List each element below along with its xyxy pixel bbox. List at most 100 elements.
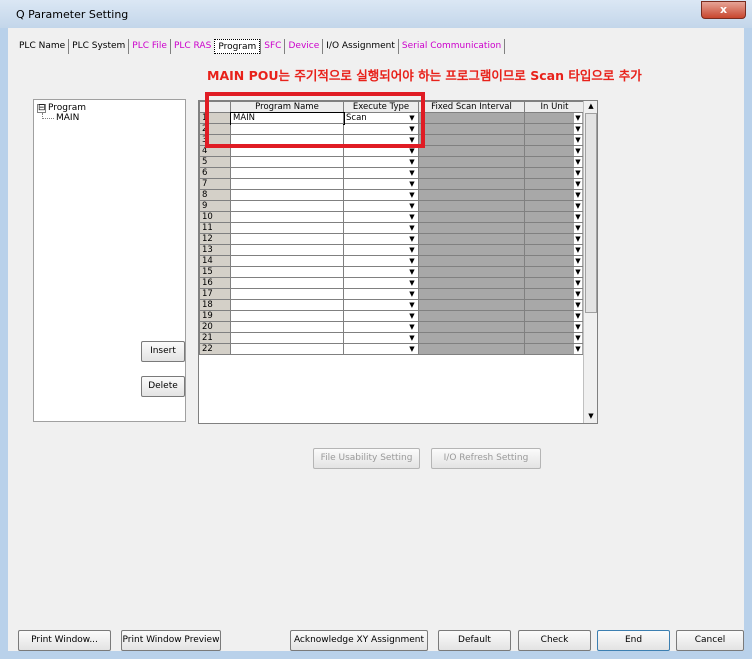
in-unit-select[interactable]: ▼	[524, 233, 585, 245]
table-row[interactable]: 6 ▼ ▼	[199, 167, 585, 179]
in-unit-select[interactable]: ▼	[524, 299, 585, 311]
chevron-down-icon[interactable]: ▼	[408, 268, 416, 277]
program-name-cell[interactable]	[230, 255, 344, 267]
tab-i-o-assignment[interactable]: I/O Assignment	[322, 38, 398, 54]
chevron-down-icon[interactable]: ▼	[574, 146, 582, 156]
tab-sfc[interactable]: SFC	[260, 38, 284, 54]
tab-program[interactable]: Program	[214, 38, 261, 54]
execute-type-select[interactable]: ▼	[343, 189, 419, 201]
tab-device[interactable]: Device	[284, 38, 322, 54]
chevron-down-icon[interactable]: ▼	[408, 191, 416, 200]
program-tree[interactable]: ⊟ Program MAIN	[33, 99, 186, 422]
collapse-icon[interactable]: ⊟	[37, 103, 46, 113]
chevron-down-icon[interactable]: ▼	[574, 289, 582, 299]
program-name-cell[interactable]	[230, 178, 344, 190]
table-row[interactable]: 21 ▼ ▼	[199, 332, 585, 344]
execute-type-select[interactable]: ▼	[343, 244, 419, 256]
in-unit-select[interactable]: ▼	[524, 255, 585, 267]
table-row[interactable]: 13 ▼ ▼	[199, 244, 585, 256]
tab-plc-system[interactable]: PLC System	[68, 38, 128, 54]
in-unit-select[interactable]: ▼	[524, 332, 585, 344]
chevron-down-icon[interactable]: ▼	[408, 235, 416, 244]
in-unit-select[interactable]: ▼	[524, 310, 585, 322]
in-unit-select[interactable]: ▼	[524, 222, 585, 234]
in-unit-select[interactable]: ▼	[524, 145, 585, 157]
table-row[interactable]: 8 ▼ ▼	[199, 189, 585, 201]
chevron-down-icon[interactable]: ▼	[574, 168, 582, 178]
chevron-down-icon[interactable]: ▼	[408, 158, 416, 167]
execute-type-select[interactable]: ▼	[343, 343, 419, 355]
chevron-down-icon[interactable]: ▼	[574, 344, 582, 354]
chevron-down-icon[interactable]: ▼	[408, 257, 416, 266]
execute-type-select[interactable]: ▼	[343, 178, 419, 190]
chevron-down-icon[interactable]: ▼	[574, 157, 582, 167]
in-unit-select[interactable]: ▼	[524, 167, 585, 179]
chevron-down-icon[interactable]: ▼	[574, 311, 582, 321]
in-unit-select[interactable]: ▼	[524, 178, 585, 190]
in-unit-select[interactable]: ▼	[524, 343, 585, 355]
tab-serial-communication[interactable]: Serial Communication	[397, 38, 504, 54]
in-unit-select[interactable]: ▼	[524, 211, 585, 223]
chevron-down-icon[interactable]: ▼	[574, 223, 582, 233]
tab-plc-name[interactable]: PLC Name	[16, 39, 68, 54]
io-refresh-setting-button[interactable]: I/O Refresh Setting	[431, 448, 541, 469]
execute-type-select[interactable]: ▼	[343, 266, 419, 278]
execute-type-select[interactable]: ▼	[343, 156, 419, 168]
chevron-down-icon[interactable]: ▼	[574, 256, 582, 266]
program-name-cell[interactable]	[230, 321, 344, 333]
program-name-cell[interactable]	[230, 244, 344, 256]
chevron-down-icon[interactable]: ▼	[574, 113, 582, 123]
in-unit-select[interactable]: ▼	[524, 266, 585, 278]
program-name-cell[interactable]	[230, 277, 344, 289]
tab-plc-file[interactable]: PLC File	[128, 38, 170, 54]
execute-type-select[interactable]: ▼	[343, 167, 419, 179]
chevron-down-icon[interactable]: ▼	[574, 190, 582, 200]
chevron-down-icon[interactable]: ▼	[408, 312, 416, 321]
execute-type-select[interactable]: ▼	[343, 233, 419, 245]
execute-type-select[interactable]: ▼	[343, 310, 419, 322]
print-window-button[interactable]: Print Window...	[18, 630, 111, 651]
chevron-down-icon[interactable]: ▼	[574, 212, 582, 222]
chevron-down-icon[interactable]: ▼	[574, 245, 582, 255]
chevron-down-icon[interactable]: ▼	[408, 290, 416, 299]
table-row[interactable]: 5 ▼ ▼	[199, 156, 585, 168]
delete-button[interactable]: Delete	[141, 376, 185, 397]
chevron-down-icon[interactable]: ▼	[408, 213, 416, 222]
chevron-down-icon[interactable]: ▼	[574, 322, 582, 332]
program-name-cell[interactable]	[230, 310, 344, 322]
in-unit-select[interactable]: ▼	[524, 288, 585, 300]
scroll-thumb[interactable]	[585, 113, 597, 313]
chevron-down-icon[interactable]: ▼	[408, 334, 416, 343]
program-name-cell[interactable]	[230, 200, 344, 212]
execute-type-select[interactable]: ▼	[343, 200, 419, 212]
cancel-button[interactable]: Cancel	[676, 630, 744, 651]
table-row[interactable]: 12 ▼ ▼	[199, 233, 585, 245]
in-unit-select[interactable]: ▼	[524, 134, 585, 146]
chevron-down-icon[interactable]: ▼	[408, 301, 416, 310]
program-name-cell[interactable]	[230, 266, 344, 278]
chevron-down-icon[interactable]: ▼	[574, 179, 582, 189]
table-row[interactable]: 19 ▼ ▼	[199, 310, 585, 322]
tree-node-main[interactable]: MAIN	[56, 113, 79, 123]
in-unit-select[interactable]: ▼	[524, 156, 585, 168]
chevron-down-icon[interactable]: ▼	[408, 202, 416, 211]
table-row[interactable]: 15 ▼ ▼	[199, 266, 585, 278]
chevron-down-icon[interactable]: ▼	[408, 224, 416, 233]
chevron-down-icon[interactable]: ▼	[408, 279, 416, 288]
acknowledge-xy-assignment-button[interactable]: Acknowledge XY Assignment	[290, 630, 428, 651]
check-button[interactable]: Check	[518, 630, 591, 651]
file-usability-setting-button[interactable]: File Usability Setting	[313, 448, 420, 469]
chevron-down-icon[interactable]: ▼	[574, 135, 582, 145]
scroll-up-icon[interactable]: ▲	[584, 101, 597, 112]
chevron-down-icon[interactable]: ▼	[408, 169, 416, 178]
table-row[interactable]: 11 ▼ ▼	[199, 222, 585, 234]
in-unit-select[interactable]: ▼	[524, 277, 585, 289]
chevron-down-icon[interactable]: ▼	[408, 323, 416, 332]
execute-type-select[interactable]: ▼	[343, 277, 419, 289]
program-grid[interactable]: Program Name Execute Type Fixed Scan Inter…	[198, 100, 598, 424]
in-unit-select[interactable]: ▼	[524, 244, 585, 256]
table-row[interactable]: 18 ▼ ▼	[199, 299, 585, 311]
chevron-down-icon[interactable]: ▼	[574, 300, 582, 310]
tree-node-program[interactable]: ⊟ Program	[37, 103, 86, 113]
table-row[interactable]: 22 ▼ ▼	[199, 343, 585, 355]
